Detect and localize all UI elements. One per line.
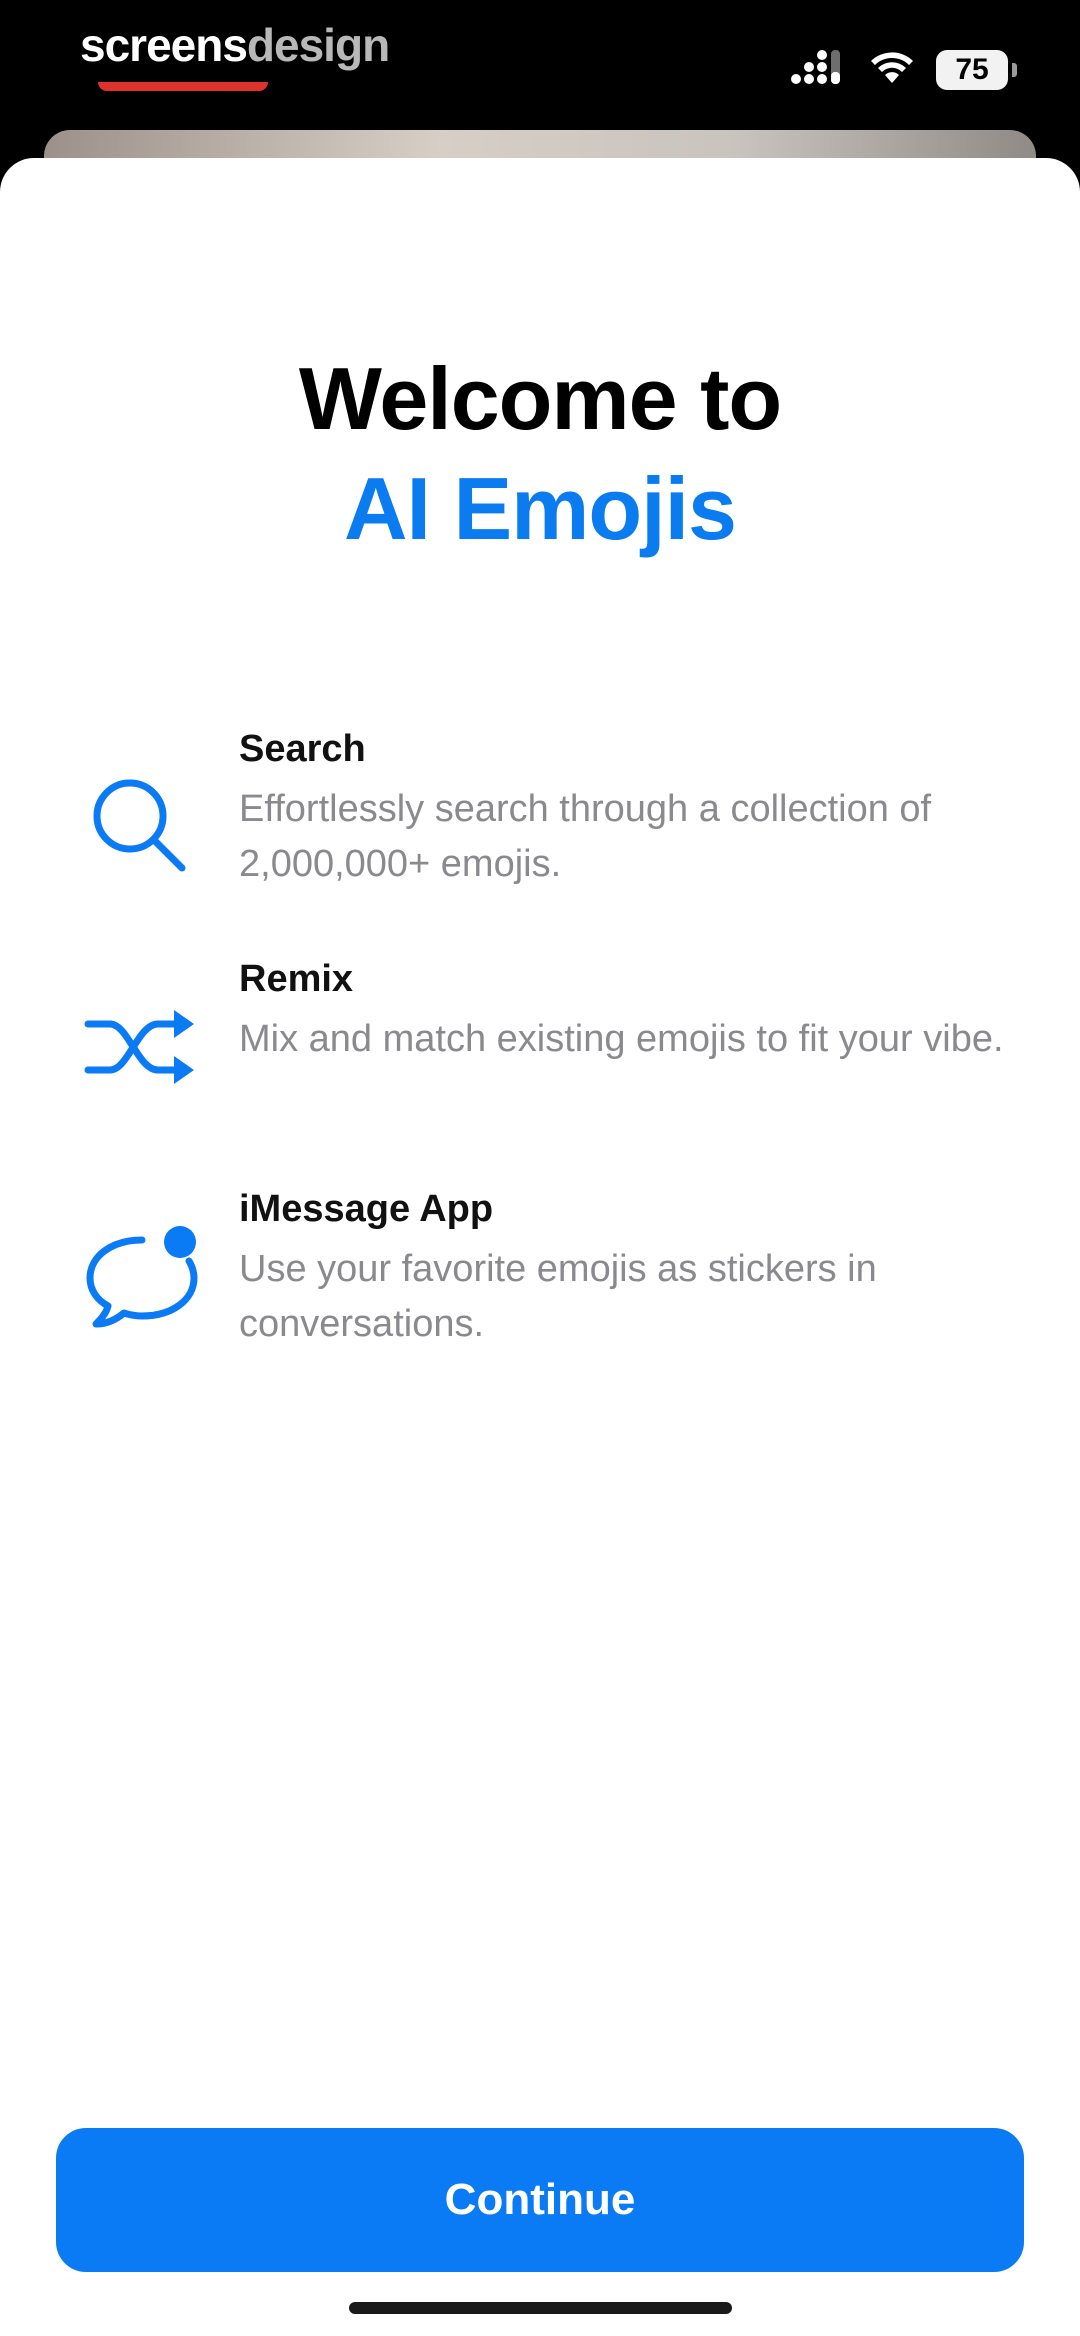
watermark-text-design: design: [246, 19, 390, 71]
feature-description: Mix and match existing emojis to fit you…: [239, 1018, 1004, 1060]
battery-level: 75: [955, 52, 989, 86]
status-bar: screensdesign 75: [0, 0, 1080, 140]
watermark-text-screens: screens: [80, 19, 248, 71]
feature-description: Use your favorite emojis as stickers in …: [239, 1248, 877, 1345]
feature-description: Effortlessly search through a collection…: [239, 788, 932, 885]
feature-title: Search: [239, 728, 366, 770]
watermark-logo: screensdesign: [80, 18, 390, 72]
shuffle-icon: [82, 988, 200, 1106]
wifi-icon: [870, 50, 914, 89]
app-name-title: AI Emojis: [344, 459, 737, 558]
home-indicator[interactable]: [349, 2302, 732, 2314]
welcome-sheet: Welcome to AI Emojis Search Effortlessly…: [0, 158, 1080, 2336]
feature-title: Remix: [239, 958, 354, 1000]
battery-indicator: 75: [936, 49, 1017, 90]
cellular-signal-icon: [790, 48, 848, 91]
watermark-underline: [98, 82, 268, 91]
continue-button[interactable]: Continue: [56, 2128, 1024, 2272]
feature-title: iMessage App: [239, 1188, 494, 1230]
search-icon: [82, 768, 200, 886]
message-bubble-icon: [82, 1218, 200, 1336]
welcome-title: Welcome to: [298, 349, 782, 448]
status-icons: 75: [790, 48, 1017, 91]
app-screen: screensdesign 75 Welcome to AI Emojis Se…: [0, 0, 1080, 2336]
